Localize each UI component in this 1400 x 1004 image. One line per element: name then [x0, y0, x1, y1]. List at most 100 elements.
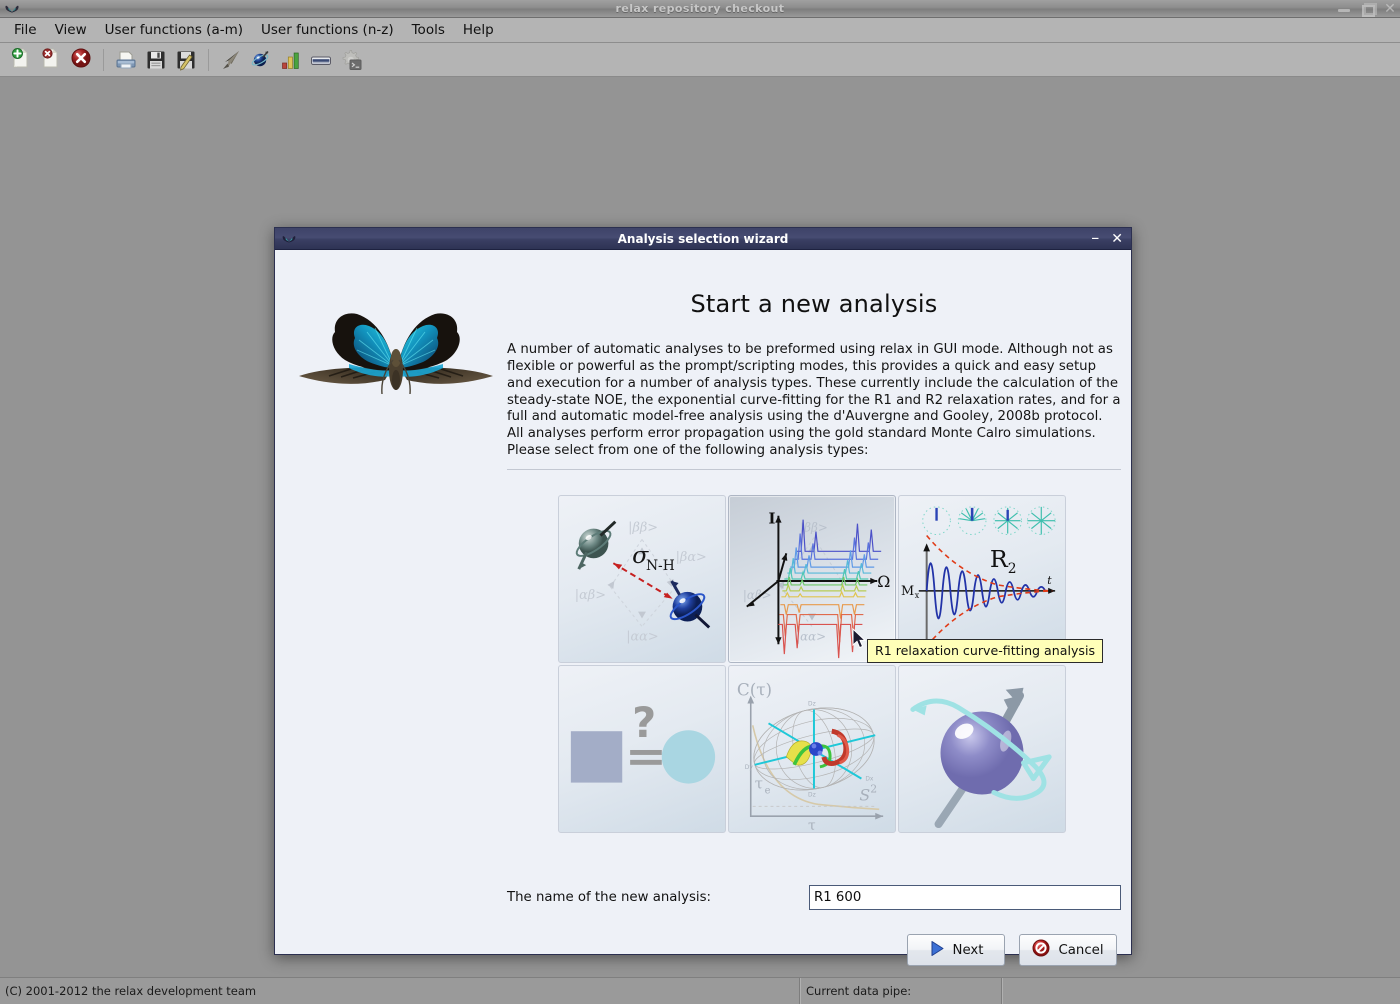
- dialog-body: Start a new analysis A number of automat…: [275, 250, 1131, 954]
- butterfly-icon: [281, 232, 297, 246]
- analysis-name-input[interactable]: [809, 885, 1121, 910]
- svg-text:|αα>: |αα>: [796, 629, 826, 644]
- svg-text:|βα>: |βα>: [676, 550, 707, 565]
- butterfly-banner-image: [289, 308, 503, 408]
- os-close-button[interactable]: ✕: [1383, 2, 1397, 16]
- menu-tools[interactable]: Tools: [403, 19, 454, 41]
- dialog-button-row: Next: [907, 934, 1117, 966]
- application-window: relax repository checkout ✕ File View Us…: [0, 0, 1400, 1004]
- menu-view[interactable]: View: [46, 19, 96, 41]
- svg-text:2: 2: [1008, 561, 1017, 577]
- dialog-divider: [507, 469, 1121, 470]
- os-window-controls: ✕: [1337, 0, 1397, 17]
- dialog-minimize-button[interactable]: –: [1091, 230, 1099, 246]
- menu-user-functions-nz[interactable]: User functions (n-z): [252, 19, 403, 41]
- dialog-description: A number of automatic analyses to be pre…: [507, 342, 1121, 460]
- os-window-title: relax repository checkout: [0, 2, 1400, 15]
- tile-r1[interactable]: |ββ> |αβ> |αα>: [728, 495, 896, 663]
- svg-text:?: ?: [632, 698, 656, 747]
- page-title: Start a new analysis: [507, 290, 1121, 318]
- workspace: Analysis selection wizard – ✕: [0, 77, 1400, 977]
- svg-text:Ω: Ω: [877, 572, 890, 591]
- data-pipe-editor-icon: [309, 48, 333, 72]
- toolbar-open-state-button[interactable]: [112, 46, 140, 74]
- toolbar-close-all-analyses-button[interactable]: [67, 46, 95, 74]
- dialog-window-controls: – ✕: [1091, 228, 1123, 249]
- menu-user-functions-am[interactable]: User functions (a-m): [96, 19, 252, 41]
- menubar: File View User functions (a-m) User func…: [0, 18, 1400, 43]
- toolbar: [0, 43, 1400, 77]
- new-analysis-icon: [9, 46, 33, 74]
- svg-text:2: 2: [870, 782, 877, 795]
- close-analysis-icon: [39, 46, 63, 74]
- toolbar-prompt-button[interactable]: [337, 46, 365, 74]
- toolbar-data-pipe-editor-button[interactable]: [307, 46, 335, 74]
- toolbar-execute-button[interactable]: [217, 46, 245, 74]
- mouse-cursor: [852, 628, 868, 654]
- status-copyright: (C) 2001-2012 the relax development team: [0, 978, 800, 1004]
- dialog-close-button[interactable]: ✕: [1111, 232, 1123, 246]
- svg-text:t: t: [1047, 574, 1052, 587]
- analysis-selection-wizard-dialog: Analysis selection wizard – ✕: [274, 227, 1132, 955]
- execute-icon: [219, 48, 243, 72]
- status-data-pipe-value: [1002, 978, 1400, 1004]
- analysis-type-grid: |ββ> |βα> |αβ> |αα>: [558, 495, 1072, 833]
- close-all-analyses-icon: [69, 46, 93, 74]
- tile-noe[interactable]: |ββ> |βα> |αβ> |αα>: [558, 495, 726, 663]
- tile-consistency[interactable]: ?: [558, 665, 726, 833]
- toolbar-spin-viewer-button[interactable]: [247, 46, 275, 74]
- svg-text:x: x: [915, 591, 920, 600]
- svg-text:Dz: Dz: [808, 792, 816, 798]
- os-maximize-button[interactable]: [1360, 2, 1374, 16]
- os-titlebar: relax repository checkout ✕: [0, 0, 1400, 18]
- toolbar-results-viewer-button[interactable]: [277, 46, 305, 74]
- toolbar-separator-1: [103, 49, 104, 71]
- toolbar-close-analysis-button[interactable]: [37, 46, 65, 74]
- next-button-label: Next: [953, 943, 984, 958]
- menu-file[interactable]: File: [5, 19, 46, 41]
- tile-model-free[interactable]: C(τ) τ e S 2 τ: [728, 665, 896, 833]
- tile-r2[interactable]: M x t R 2: [898, 495, 1066, 663]
- svg-text:S: S: [859, 785, 870, 804]
- tooltip-r1-analysis: R1 relaxation curve-fitting analysis: [867, 639, 1103, 663]
- play-triangle-icon: [929, 940, 945, 961]
- analysis-name-label: The name of the new analysis:: [507, 890, 809, 905]
- gear-terminal-icon: [339, 48, 363, 72]
- next-button[interactable]: Next: [907, 934, 1005, 966]
- statusbar: (C) 2001-2012 the relax development team…: [0, 977, 1400, 1004]
- menu-help[interactable]: Help: [454, 19, 503, 41]
- svg-text:N-H: N-H: [646, 558, 675, 574]
- no-entry-icon: [1032, 939, 1050, 961]
- analysis-name-row: The name of the new analysis:: [507, 885, 1121, 910]
- svg-text:I: I: [769, 511, 776, 528]
- svg-text:M: M: [901, 584, 914, 599]
- svg-text:|ββ>: |ββ>: [628, 521, 658, 536]
- toolbar-save-state-button[interactable]: [142, 46, 170, 74]
- svg-text:Dz: Dz: [808, 702, 816, 708]
- status-data-pipe-label: Current data pipe:: [800, 978, 1002, 1004]
- dialog-title: Analysis selection wizard: [275, 232, 1131, 246]
- svg-text:τ: τ: [808, 818, 816, 832]
- save-state-icon: [144, 48, 168, 72]
- save-state-as-icon: [174, 48, 198, 72]
- cancel-button-label: Cancel: [1058, 943, 1103, 958]
- open-state-icon: [114, 48, 138, 72]
- svg-text:e: e: [765, 785, 771, 796]
- dialog-titlebar: Analysis selection wizard – ✕: [275, 228, 1131, 250]
- svg-text:Dy: Dy: [745, 765, 754, 771]
- svg-text:Dx: Dx: [865, 777, 874, 783]
- spin-viewer-icon: [249, 48, 273, 72]
- toolbar-save-state-as-button[interactable]: [172, 46, 200, 74]
- cancel-button[interactable]: Cancel: [1019, 934, 1117, 966]
- toolbar-new-analysis-button[interactable]: [7, 46, 35, 74]
- toolbar-separator-2: [208, 49, 209, 71]
- svg-text:|αβ>: |αβ>: [575, 588, 606, 603]
- svg-text:τ: τ: [755, 776, 763, 793]
- butterfly-icon: [4, 2, 20, 16]
- svg-text:R: R: [990, 545, 1009, 573]
- results-viewer-icon: [279, 48, 303, 72]
- svg-text:C(τ): C(τ): [737, 680, 772, 700]
- svg-text:|αα>: |αα>: [626, 629, 658, 644]
- tile-relax-disp[interactable]: [898, 665, 1066, 833]
- os-minimize-button[interactable]: [1337, 2, 1351, 16]
